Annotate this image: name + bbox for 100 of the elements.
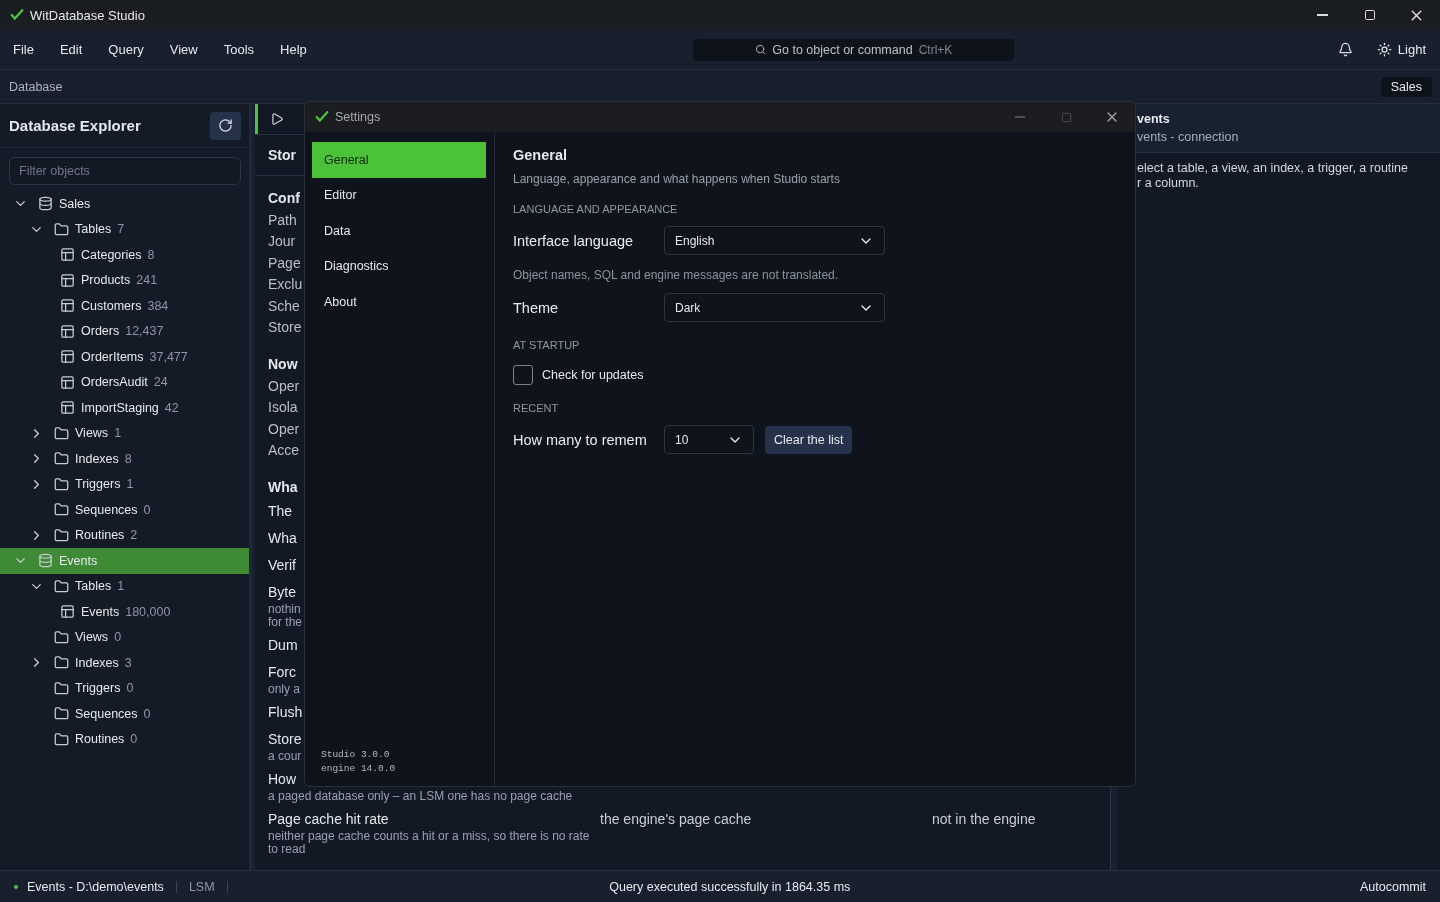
checkbox-label: Check for updates <box>542 368 644 382</box>
feature-note: nothin <box>268 603 301 616</box>
section-heading: Now <box>268 355 298 374</box>
folder-icon <box>54 502 69 518</box>
minimize-icon <box>1015 116 1025 118</box>
nav-item[interactable]: Editor <box>312 177 486 213</box>
field-label: Theme <box>513 299 560 316</box>
tree-item[interactable]: Views 1 <box>0 420 249 446</box>
maximize-icon <box>1060 111 1072 123</box>
run-icon[interactable] <box>270 112 284 126</box>
menu-item[interactable]: Tools <box>214 38 264 61</box>
tree-item[interactable]: Events <box>0 548 249 574</box>
row-count: 0 <box>143 502 151 517</box>
tree-item[interactable]: Routines 0 <box>0 726 249 752</box>
dropdown[interactable]: 10 <box>664 425 754 454</box>
folder-icon <box>54 731 69 747</box>
tree-item[interactable]: Events 180,000 <box>0 599 249 625</box>
tree-item[interactable]: Tables 1 <box>0 573 249 599</box>
tree-item[interactable]: Sales <box>0 191 249 217</box>
nav-item[interactable]: Data <box>312 213 486 249</box>
feature-name: Flush <box>268 703 303 722</box>
feature-name: Wha <box>268 529 297 548</box>
dropdown[interactable]: Dark <box>664 293 885 322</box>
property-label: Store <box>268 318 302 338</box>
page-description: Language, appearance and what happens when Studio starts <box>513 172 841 186</box>
tree-item[interactable]: OrdersAudit 24 <box>0 369 249 395</box>
menu-item[interactable]: Query <box>99 38 153 61</box>
property-label: Oper <box>268 419 300 439</box>
node-label: Indexes <box>75 655 119 670</box>
menu-item[interactable]: File <box>4 38 43 61</box>
tree-item[interactable]: Triggers 0 <box>0 675 249 701</box>
checkbox[interactable] <box>513 365 533 385</box>
tree-item[interactable]: Sequences 0 <box>0 497 249 523</box>
menu-item[interactable]: Help <box>271 38 316 61</box>
refresh-icon <box>218 118 233 133</box>
search-placeholder: Go to object or command <box>772 42 913 57</box>
node-label: Triggers <box>75 681 121 696</box>
feature-note: a paged database only – an LSM one has no page cache <box>268 790 573 803</box>
menu-item[interactable]: Edit <box>50 38 92 61</box>
row-count: 8 <box>124 451 132 466</box>
feature-name: Byte <box>268 583 296 602</box>
table-icon <box>60 272 75 288</box>
group-title: LANGUAGE AND APPEARANCE <box>513 203 679 215</box>
engine-label: LSM <box>188 879 215 894</box>
tree-item[interactable]: Triggers 1 <box>0 471 249 497</box>
tree-item[interactable]: Products 241 <box>0 267 249 293</box>
tree-item[interactable]: Views 0 <box>0 624 249 650</box>
tree-item[interactable]: Orders 12,437 <box>0 318 249 344</box>
row-count: 0 <box>143 706 151 721</box>
table-icon <box>60 400 75 416</box>
node-label: Tables <box>75 222 112 237</box>
maximize-icon <box>1363 9 1376 21</box>
folder-icon <box>54 425 69 441</box>
command-search[interactable]: Go to object or command Ctrl+K <box>693 38 1015 61</box>
property-label: Oper <box>268 376 300 396</box>
property-label: Page <box>268 253 301 273</box>
refresh-button[interactable] <box>210 111 241 140</box>
feature-note: for the <box>268 616 303 629</box>
folder-icon <box>54 706 69 722</box>
page-heading: General <box>513 147 568 163</box>
menu-item[interactable]: View <box>160 38 207 61</box>
row-count: 42 <box>164 400 179 415</box>
tree-item[interactable]: Routines 2 <box>0 522 249 548</box>
node-label: Categories <box>81 247 142 262</box>
clear-button[interactable]: Clear the list <box>765 425 853 454</box>
nav-item[interactable]: Diagnostics <box>312 248 486 284</box>
feature-name: How <box>268 770 296 789</box>
table-icon <box>60 323 75 339</box>
tree-item[interactable]: Sequences 0 <box>0 701 249 727</box>
tree-item[interactable]: OrderItems 37,477 <box>0 344 249 370</box>
table-icon <box>60 298 75 314</box>
feature-name: Dum <box>268 636 298 655</box>
row-count: 3 <box>124 655 132 670</box>
nav-item[interactable]: General <box>312 142 486 178</box>
minimize-icon <box>1317 14 1328 16</box>
tree-item[interactable]: Indexes 8 <box>0 446 249 472</box>
group-title: RECENT <box>513 402 560 414</box>
nav-item[interactable]: About <box>312 284 486 320</box>
folder-icon <box>54 451 69 467</box>
node-label: OrdersAudit <box>81 375 148 390</box>
logo-icon <box>315 110 329 124</box>
property-label: Isola <box>268 398 298 418</box>
node-label: Sales <box>59 196 91 211</box>
tree-item[interactable]: Tables 7 <box>0 216 249 242</box>
database-badge: Sales <box>1380 76 1432 97</box>
dropdown[interactable]: English <box>664 226 885 255</box>
tree-item[interactable]: ImportStaging 42 <box>0 395 249 421</box>
section-title: Stor <box>268 147 296 163</box>
tree-item[interactable]: Indexes 3 <box>0 650 249 676</box>
window-title: WitDatabase Studio <box>30 7 145 23</box>
field-label: Interface language <box>513 232 635 249</box>
tree-item[interactable]: Categories 8 <box>0 242 249 268</box>
tree-item[interactable]: Customers 384 <box>0 293 249 319</box>
filter-field[interactable]: Filter objects <box>9 157 241 185</box>
node-label: Indexes <box>75 451 119 466</box>
section-heading: Wha <box>268 478 298 497</box>
folder-icon <box>54 629 69 645</box>
feature-name: Store <box>268 730 302 749</box>
theme-toggle[interactable]: Light <box>1372 38 1430 61</box>
row-count: 0 <box>114 630 122 645</box>
